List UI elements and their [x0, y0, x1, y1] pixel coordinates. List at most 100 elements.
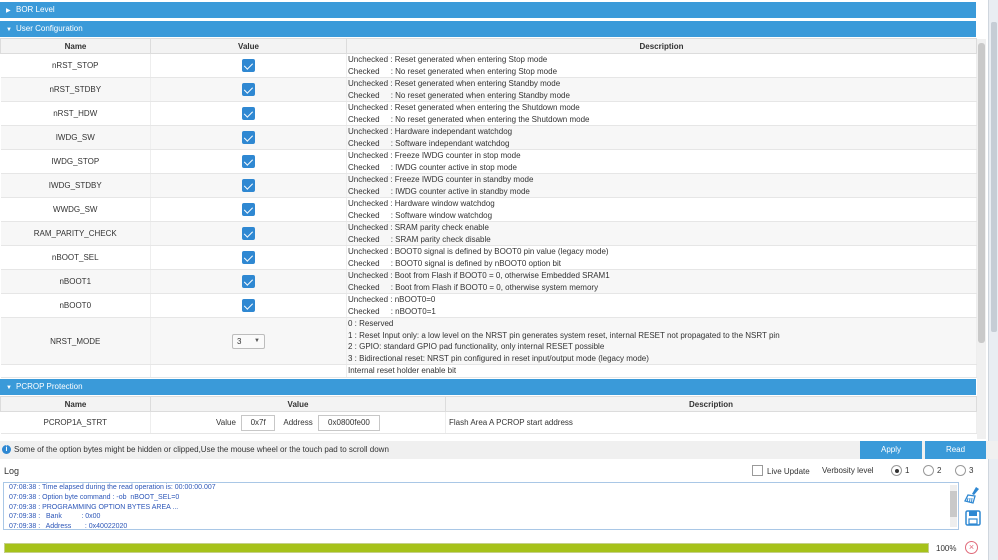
- log-output[interactable]: 07:08:38 : Time elapsed during the read …: [3, 482, 959, 530]
- verbosity-radio-1[interactable]: [891, 465, 902, 476]
- description-unchecked: Unchecked : Reset generated when enterin…: [348, 79, 561, 88]
- pcrop-table: Name Value Description PCROP1A_STRT Valu…: [0, 396, 977, 434]
- option-checkbox[interactable]: [242, 275, 255, 288]
- option-checkbox[interactable]: [242, 155, 255, 168]
- option-value-cell: [150, 149, 347, 174]
- description-checked: Checked : Software window watchdog: [348, 210, 493, 220]
- description-line: 1 : Reset Input only: a low level on the…: [348, 330, 780, 340]
- description-checked: Checked : No reset generated when enteri…: [348, 66, 558, 76]
- table-row: nBOOT1 Unchecked : Boot from Flash if BOO…: [0, 269, 977, 294]
- option-value-cell: [150, 125, 347, 150]
- option-checkbox[interactable]: [242, 179, 255, 192]
- table-row: nRST_STOP Unchecked : Reset generated whe…: [0, 53, 977, 78]
- option-value-cell: [150, 245, 347, 270]
- info-bar: i Some of the option bytes might be hidd…: [0, 441, 998, 459]
- option-description: Unchecked : Reset generated when enterin…: [346, 101, 977, 126]
- option-checkbox[interactable]: [242, 203, 255, 216]
- option-description: Unchecked : Reset generated when enterin…: [346, 53, 977, 78]
- column-header-value: Value: [150, 396, 446, 412]
- option-checkbox[interactable]: [242, 251, 255, 264]
- column-header-value: Value: [150, 38, 347, 54]
- option-value-cell: [150, 53, 347, 78]
- option-checkbox[interactable]: [242, 299, 255, 312]
- pcrop-value-cell: Value 0x7f Address 0x0800fe00: [150, 411, 446, 434]
- live-update-checkbox[interactable]: [752, 465, 763, 476]
- section-user-configuration[interactable]: ▼ User Configuration: [0, 21, 976, 37]
- option-value-cell: [150, 197, 347, 222]
- chevron-down-icon: ▼: [254, 337, 260, 344]
- option-description: Unchecked : Boot from Flash if BOOT0 = 0…: [346, 269, 977, 294]
- table-scrollbar-thumb[interactable]: [978, 43, 985, 343]
- window-edge-scrollbar[interactable]: [988, 0, 998, 560]
- description-checked: Checked : Software independant watchdog: [348, 138, 510, 148]
- log-line: 07:09:38 : Option byte command : -ob nBO…: [9, 493, 180, 501]
- description-line: 0 : Reserved: [348, 319, 394, 328]
- verbosity-radio-2[interactable]: [923, 465, 934, 476]
- option-name: nRST_STDBY: [0, 77, 151, 102]
- table-row: nBOOT_SEL Unchecked : BOOT0 signal is def…: [0, 245, 977, 270]
- description-unchecked: Unchecked : BOOT0 signal is defined by B…: [348, 247, 609, 256]
- description-unchecked: Unchecked : Freeze IWDG counter in stop …: [348, 151, 521, 160]
- section-bor-level[interactable]: ▶ BOR Level: [0, 2, 976, 18]
- option-name: PCROP1A_STRT: [0, 411, 151, 434]
- collapse-triangle-icon: ▼: [6, 385, 12, 391]
- log-scrollbar-thumb[interactable]: [950, 491, 957, 517]
- option-value-cell: [150, 269, 347, 294]
- option-name: IWDG_STOP: [0, 149, 151, 174]
- verbosity-option-label: 3: [969, 466, 974, 475]
- table-row: WWDG_SW Unchecked : Hardware window watch…: [0, 197, 977, 222]
- log-scrollbar[interactable]: [950, 485, 957, 527]
- description-unchecked: Unchecked : Freeze IWDG counter in stand…: [348, 175, 534, 184]
- option-checkbox[interactable]: [242, 59, 255, 72]
- pcrop-address-input[interactable]: 0x0800fe00: [317, 414, 380, 431]
- section-pcrop-protection[interactable]: ▼ PCROP Protection: [0, 379, 976, 395]
- pcrop-value-input[interactable]: 0x7f: [241, 414, 276, 431]
- option-checkbox[interactable]: [242, 107, 255, 120]
- table-scrollbar[interactable]: [977, 39, 986, 439]
- description-checked: Checked : No reset generated when enteri…: [348, 90, 570, 100]
- option-value-cell: [150, 173, 347, 198]
- verbosity-radio-3[interactable]: [955, 465, 966, 476]
- option-checkbox[interactable]: [242, 131, 255, 144]
- progress-bar: [4, 543, 929, 553]
- option-description: Unchecked : nBOOT0=0 Checked : nBOOT0=1: [346, 293, 977, 318]
- log-line: 07:08:38 : Time elapsed during the read …: [9, 484, 216, 491]
- window-edge-scrollbar-thumb[interactable]: [991, 22, 997, 332]
- option-name: NRST_MODE: [0, 317, 151, 365]
- description-checked: Checked : nBOOT0=1: [348, 306, 436, 316]
- option-checkbox[interactable]: [242, 227, 255, 240]
- cancel-operation-icon[interactable]: ×: [965, 541, 978, 554]
- option-name: nRST_HDW: [0, 101, 151, 126]
- table-row: IWDG_STOP Unchecked : Freeze IWDG counter…: [0, 149, 977, 174]
- option-value-cell: [150, 101, 347, 126]
- save-log-icon[interactable]: [964, 509, 982, 527]
- section-title: User Configuration: [16, 24, 83, 33]
- option-name: WWDG_SW: [0, 197, 151, 222]
- option-checkbox[interactable]: [242, 83, 255, 96]
- progress-bar-fill: [5, 544, 928, 552]
- read-button[interactable]: Read: [925, 441, 986, 459]
- option-name: nBOOT_SEL: [0, 245, 151, 270]
- description-checked: Checked : SRAM parity check disable: [348, 234, 491, 244]
- description-unchecked: Unchecked : SRAM parity check enable: [348, 223, 489, 232]
- description-checked: Checked : Boot from Flash if BOOT0 = 0, …: [348, 282, 599, 292]
- table-row: PCROP1A_STRT Value 0x7f Address 0x0800fe…: [0, 411, 977, 434]
- description-checked: Checked : No reset generated when enteri…: [348, 114, 590, 124]
- section-title: BOR Level: [16, 5, 55, 14]
- collapse-triangle-icon: ▼: [6, 27, 12, 33]
- nrst-mode-dropdown[interactable]: 3 ▼: [232, 333, 265, 349]
- verbosity-option-label: 2: [937, 466, 942, 475]
- value-label: Value: [216, 417, 236, 427]
- dropdown-value: 3: [237, 336, 242, 346]
- apply-button[interactable]: Apply: [860, 441, 922, 459]
- option-value-cell: [150, 221, 347, 246]
- option-value-cell: 3 ▼: [150, 317, 347, 365]
- option-name: IWDG_STDBY: [0, 173, 151, 198]
- description-line: 3 : Bidirectional reset: NRST pin config…: [348, 353, 649, 363]
- option-name: nBOOT1: [0, 269, 151, 294]
- option-description: Unchecked : BOOT0 signal is defined by B…: [346, 245, 977, 270]
- option-name: nRST_STOP: [0, 53, 151, 78]
- table-row: IWDG_SW Unchecked : Hardware independant …: [0, 125, 977, 150]
- description-unchecked: Unchecked : nBOOT0=0: [348, 295, 436, 304]
- clear-log-broom-icon[interactable]: [964, 486, 982, 504]
